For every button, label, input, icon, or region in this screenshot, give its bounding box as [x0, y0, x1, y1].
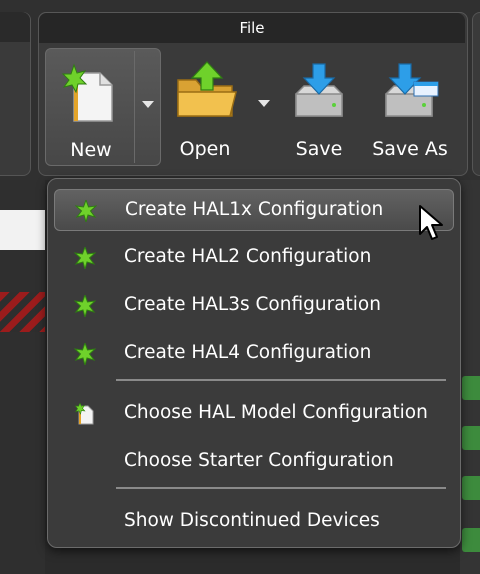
- open-button-label: Open: [179, 138, 231, 160]
- menu-separator: [116, 379, 446, 381]
- new-button[interactable]: New: [45, 48, 161, 166]
- save-as-button[interactable]: Save As: [368, 48, 452, 164]
- open-button[interactable]: Open: [170, 48, 275, 164]
- menu-item-label: Create HAL2 Configuration: [124, 246, 372, 267]
- green-star-icon: [74, 247, 96, 269]
- save-as-button-label: Save As: [372, 138, 448, 160]
- workspace-white-field: [0, 210, 45, 250]
- menu-item-label: Choose Starter Configuration: [124, 450, 394, 471]
- workspace-green-indicator: [462, 426, 480, 450]
- workspace-green-indicator: [462, 476, 480, 500]
- menu-item-create-hal2[interactable]: Create HAL2 Configuration: [54, 237, 452, 277]
- mouse-cursor-icon: [419, 205, 443, 240]
- menu-item-label: Create HAL4 Configuration: [124, 342, 372, 363]
- menu-item-choose-hal-model[interactable]: Choose HAL Model Configuration: [54, 393, 452, 433]
- menu-separator: [116, 487, 446, 489]
- save-as-drive-icon: [385, 63, 439, 117]
- save-button[interactable]: Save: [290, 48, 348, 164]
- save-button-label: Save: [295, 138, 343, 160]
- ribbon-group-right: [472, 12, 480, 176]
- workspace-green-indicator: [462, 528, 480, 552]
- green-star-icon: [74, 295, 96, 317]
- ribbon-group-title: File: [39, 13, 465, 43]
- green-star-icon: [75, 200, 97, 222]
- chevron-down-icon[interactable]: [142, 101, 154, 108]
- menu-item-label: Show Discontinued Devices: [124, 510, 380, 531]
- menu-item-label: Create HAL3s Configuration: [124, 294, 381, 315]
- new-document-icon: [74, 403, 94, 425]
- ribbon-group-left-header: [0, 12, 30, 42]
- menu-item-create-hal4[interactable]: Create HAL4 Configuration: [54, 333, 452, 373]
- menu-item-label: Choose HAL Model Configuration: [124, 402, 428, 423]
- open-folder-icon: [177, 61, 237, 117]
- menu-item-show-discontinued[interactable]: Show Discontinued Devices: [54, 501, 452, 541]
- menu-item-label: Create HAL1x Configuration: [125, 199, 384, 220]
- menu-item-choose-starter[interactable]: Choose Starter Configuration: [54, 441, 452, 481]
- green-star-icon: [74, 343, 96, 365]
- menu-item-create-hal3s[interactable]: Create HAL3s Configuration: [54, 285, 452, 325]
- new-button-label: New: [70, 139, 112, 161]
- save-drive-icon: [295, 63, 343, 117]
- chevron-down-icon[interactable]: [258, 100, 270, 107]
- workspace-green-indicator: [462, 376, 480, 400]
- workspace-hatched-strip: [0, 292, 45, 332]
- menu-item-create-hal1x[interactable]: Create HAL1x Configuration: [54, 189, 454, 231]
- new-dropdown-menu: Create HAL1x Configuration Create HAL2 C…: [47, 178, 461, 548]
- new-document-icon: [61, 63, 113, 122]
